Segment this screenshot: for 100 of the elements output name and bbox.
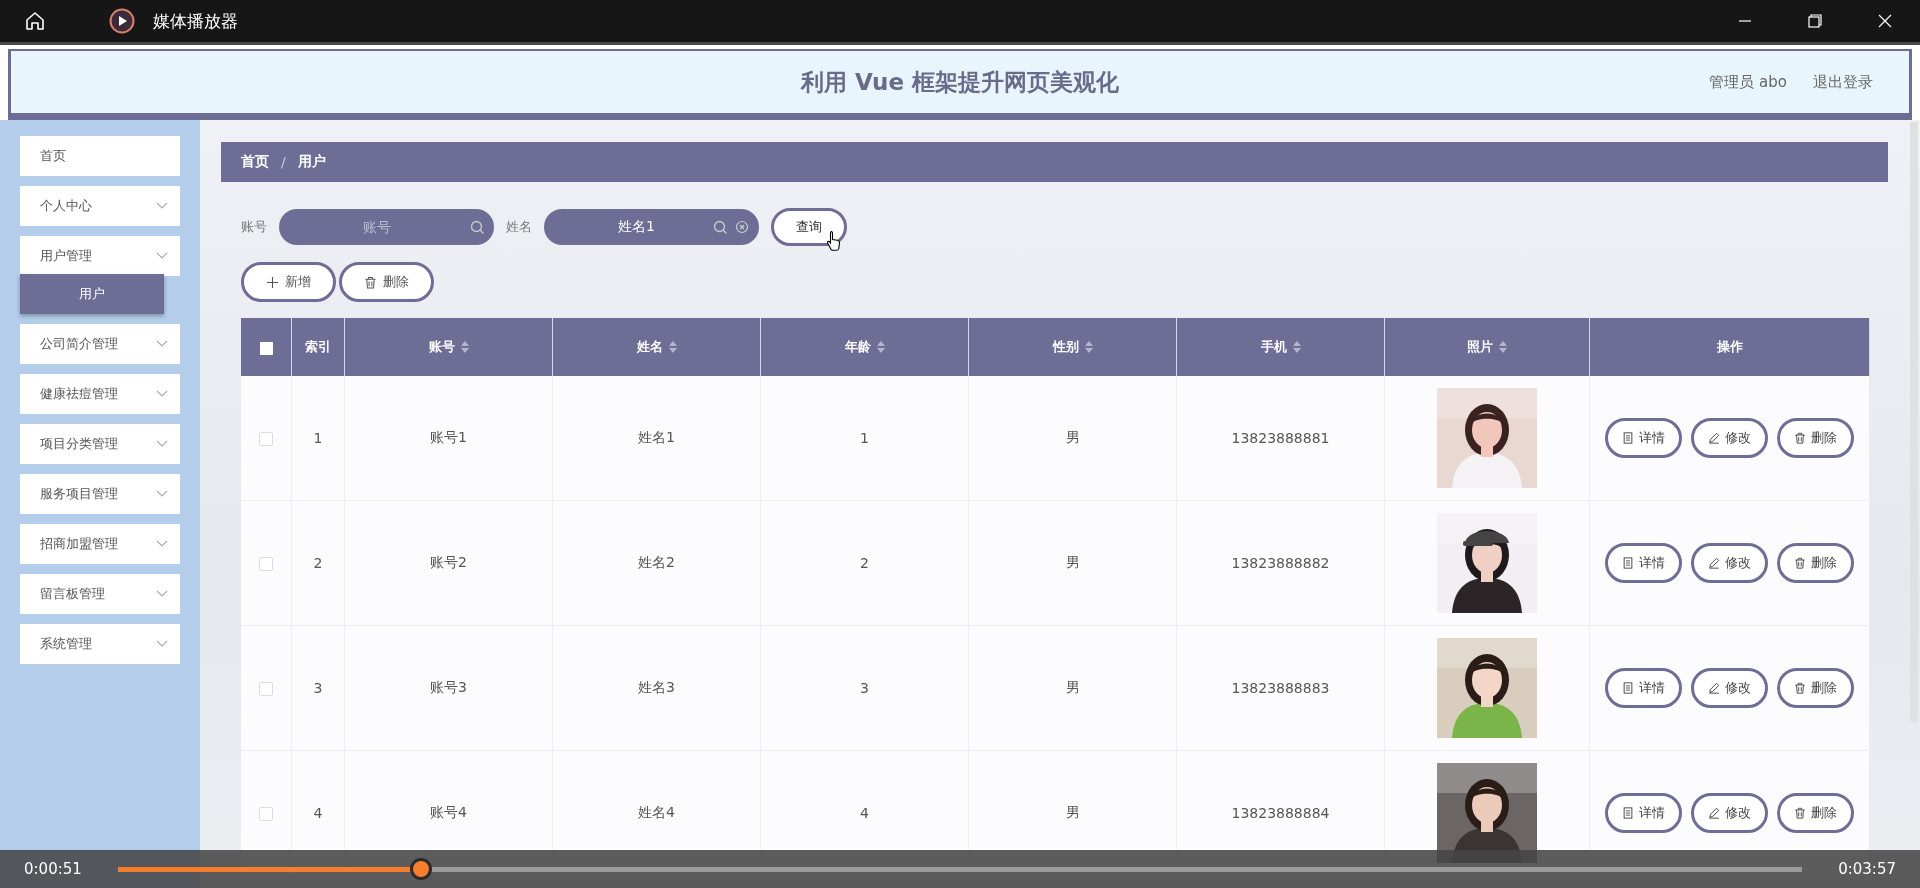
table-cell: 3: [860, 680, 869, 696]
restore-icon[interactable]: [1808, 14, 1822, 28]
breadcrumb-item: 用户: [297, 153, 326, 171]
search-field[interactable]: 姓名1: [544, 209, 759, 245]
table-cell: 13823888881: [1231, 430, 1330, 446]
delete-button[interactable]: 删除: [1777, 668, 1854, 708]
search-icon: [470, 220, 484, 234]
sidebar-item[interactable]: 用户管理: [20, 236, 180, 276]
pencil-icon: [1708, 682, 1720, 694]
trash-icon: [1794, 807, 1806, 819]
column-header[interactable]: 年龄: [844, 338, 885, 356]
table-cell: 4: [313, 805, 323, 821]
table-cell: 1: [313, 430, 323, 446]
table-cell: 账号3: [430, 679, 467, 695]
trash-icon: [1794, 432, 1806, 444]
pencil-icon: [1708, 432, 1720, 444]
sort-icon[interactable]: [460, 341, 469, 353]
page-title: 利用 Vue 框架提升网页美观化: [801, 67, 1119, 97]
sidebar-item[interactable]: 留言板管理: [20, 574, 180, 614]
table-cell: 账号1: [430, 429, 467, 445]
document-icon: [1622, 557, 1634, 569]
logout-link[interactable]: 退出登录: [1813, 72, 1873, 92]
row-checkbox[interactable]: [259, 557, 273, 571]
details-button[interactable]: 详情: [1605, 543, 1682, 583]
trash-icon: [1794, 682, 1806, 694]
delete-button[interactable]: 删除: [1777, 543, 1854, 583]
hand-cursor-icon: [826, 230, 842, 252]
delete-button[interactable]: 删除: [1777, 418, 1854, 458]
search-button[interactable]: 查询: [771, 208, 847, 246]
edit-button[interactable]: 修改: [1691, 793, 1768, 833]
elapsed-time: 0:00:51: [24, 860, 82, 878]
column-header[interactable]: 姓名: [636, 338, 677, 356]
table-cell: 2: [313, 555, 323, 571]
column-header[interactable]: 照片: [1467, 338, 1507, 356]
table-cell: 姓名3: [638, 679, 675, 695]
row-checkbox[interactable]: [259, 682, 273, 696]
column-header[interactable]: 账号: [428, 338, 469, 356]
details-button[interactable]: 详情: [1605, 418, 1682, 458]
table-cell: 2: [860, 555, 869, 571]
field-label: 姓名: [506, 218, 532, 236]
sort-icon[interactable]: [1084, 341, 1093, 353]
trash-icon: [1794, 557, 1806, 569]
submenu-item[interactable]: 用户: [20, 274, 164, 314]
edit-button[interactable]: 修改: [1691, 543, 1768, 583]
plus-icon: [266, 275, 279, 289]
delete-button[interactable]: 删除: [339, 262, 434, 302]
seek-thumb[interactable]: [410, 858, 432, 880]
window-title: 媒体播放器: [153, 9, 238, 33]
select-all-checkbox[interactable]: [259, 341, 273, 355]
close-icon[interactable]: [1878, 14, 1892, 28]
sort-icon[interactable]: [876, 341, 885, 353]
chevron-icon: [156, 440, 168, 448]
search-field[interactable]: 账号: [279, 209, 494, 245]
sidebar-item[interactable]: 系统管理: [20, 624, 180, 664]
document-icon: [1622, 682, 1634, 694]
sidebar-item[interactable]: 项目分类管理: [20, 424, 180, 464]
table-cell: 账号4: [430, 804, 467, 820]
details-button[interactable]: 详情: [1605, 668, 1682, 708]
document-icon: [1622, 432, 1634, 444]
sidebar-item[interactable]: 个人中心: [20, 186, 180, 226]
search-icon: [713, 220, 727, 234]
sidebar-item[interactable]: 公司简介管理: [20, 324, 180, 364]
total-time: 0:03:57: [1838, 860, 1896, 878]
table-cell: 1: [860, 430, 869, 446]
chevron-icon: [156, 590, 168, 598]
column-header[interactable]: 手机: [1260, 338, 1301, 356]
sort-icon[interactable]: [668, 341, 677, 353]
edit-button[interactable]: 修改: [1691, 668, 1768, 708]
sidebar-item[interactable]: 服务项目管理: [20, 474, 180, 514]
chevron-icon: [156, 252, 168, 260]
details-button[interactable]: 详情: [1605, 793, 1682, 833]
sort-icon[interactable]: [1292, 341, 1301, 353]
edit-button[interactable]: 修改: [1691, 418, 1768, 458]
delete-button[interactable]: 删除: [1777, 793, 1854, 833]
sidebar-item[interactable]: 健康祛痘管理: [20, 374, 180, 414]
breadcrumb-separator: /: [281, 154, 286, 170]
play-icon: [109, 8, 135, 34]
table-cell: 账号2: [430, 554, 467, 570]
chevron-icon: [156, 490, 168, 498]
pencil-icon: [1708, 807, 1720, 819]
chevron-icon: [156, 540, 168, 548]
row-checkbox[interactable]: [259, 807, 273, 821]
sidebar-item[interactable]: 招商加盟管理: [20, 524, 180, 564]
seek-bar[interactable]: [117, 858, 1803, 880]
chevron-icon: [156, 202, 168, 210]
sort-icon[interactable]: [1499, 341, 1507, 353]
table-cell: 3: [313, 680, 323, 696]
chevron-icon: [156, 640, 168, 648]
table-cell: 姓名2: [638, 554, 675, 570]
breadcrumb-item[interactable]: 首页: [241, 153, 269, 171]
clear-icon[interactable]: [735, 220, 749, 234]
pencil-icon: [1708, 557, 1720, 569]
table-cell: 13823888884: [1231, 805, 1330, 821]
add-button[interactable]: 新增: [241, 262, 336, 302]
row-checkbox[interactable]: [259, 432, 273, 446]
column-header[interactable]: 性别: [1052, 338, 1093, 356]
field-label: 账号: [241, 218, 267, 236]
trash-icon: [364, 275, 377, 289]
sidebar-item[interactable]: 首页: [20, 136, 180, 176]
home-icon[interactable]: [24, 10, 46, 32]
